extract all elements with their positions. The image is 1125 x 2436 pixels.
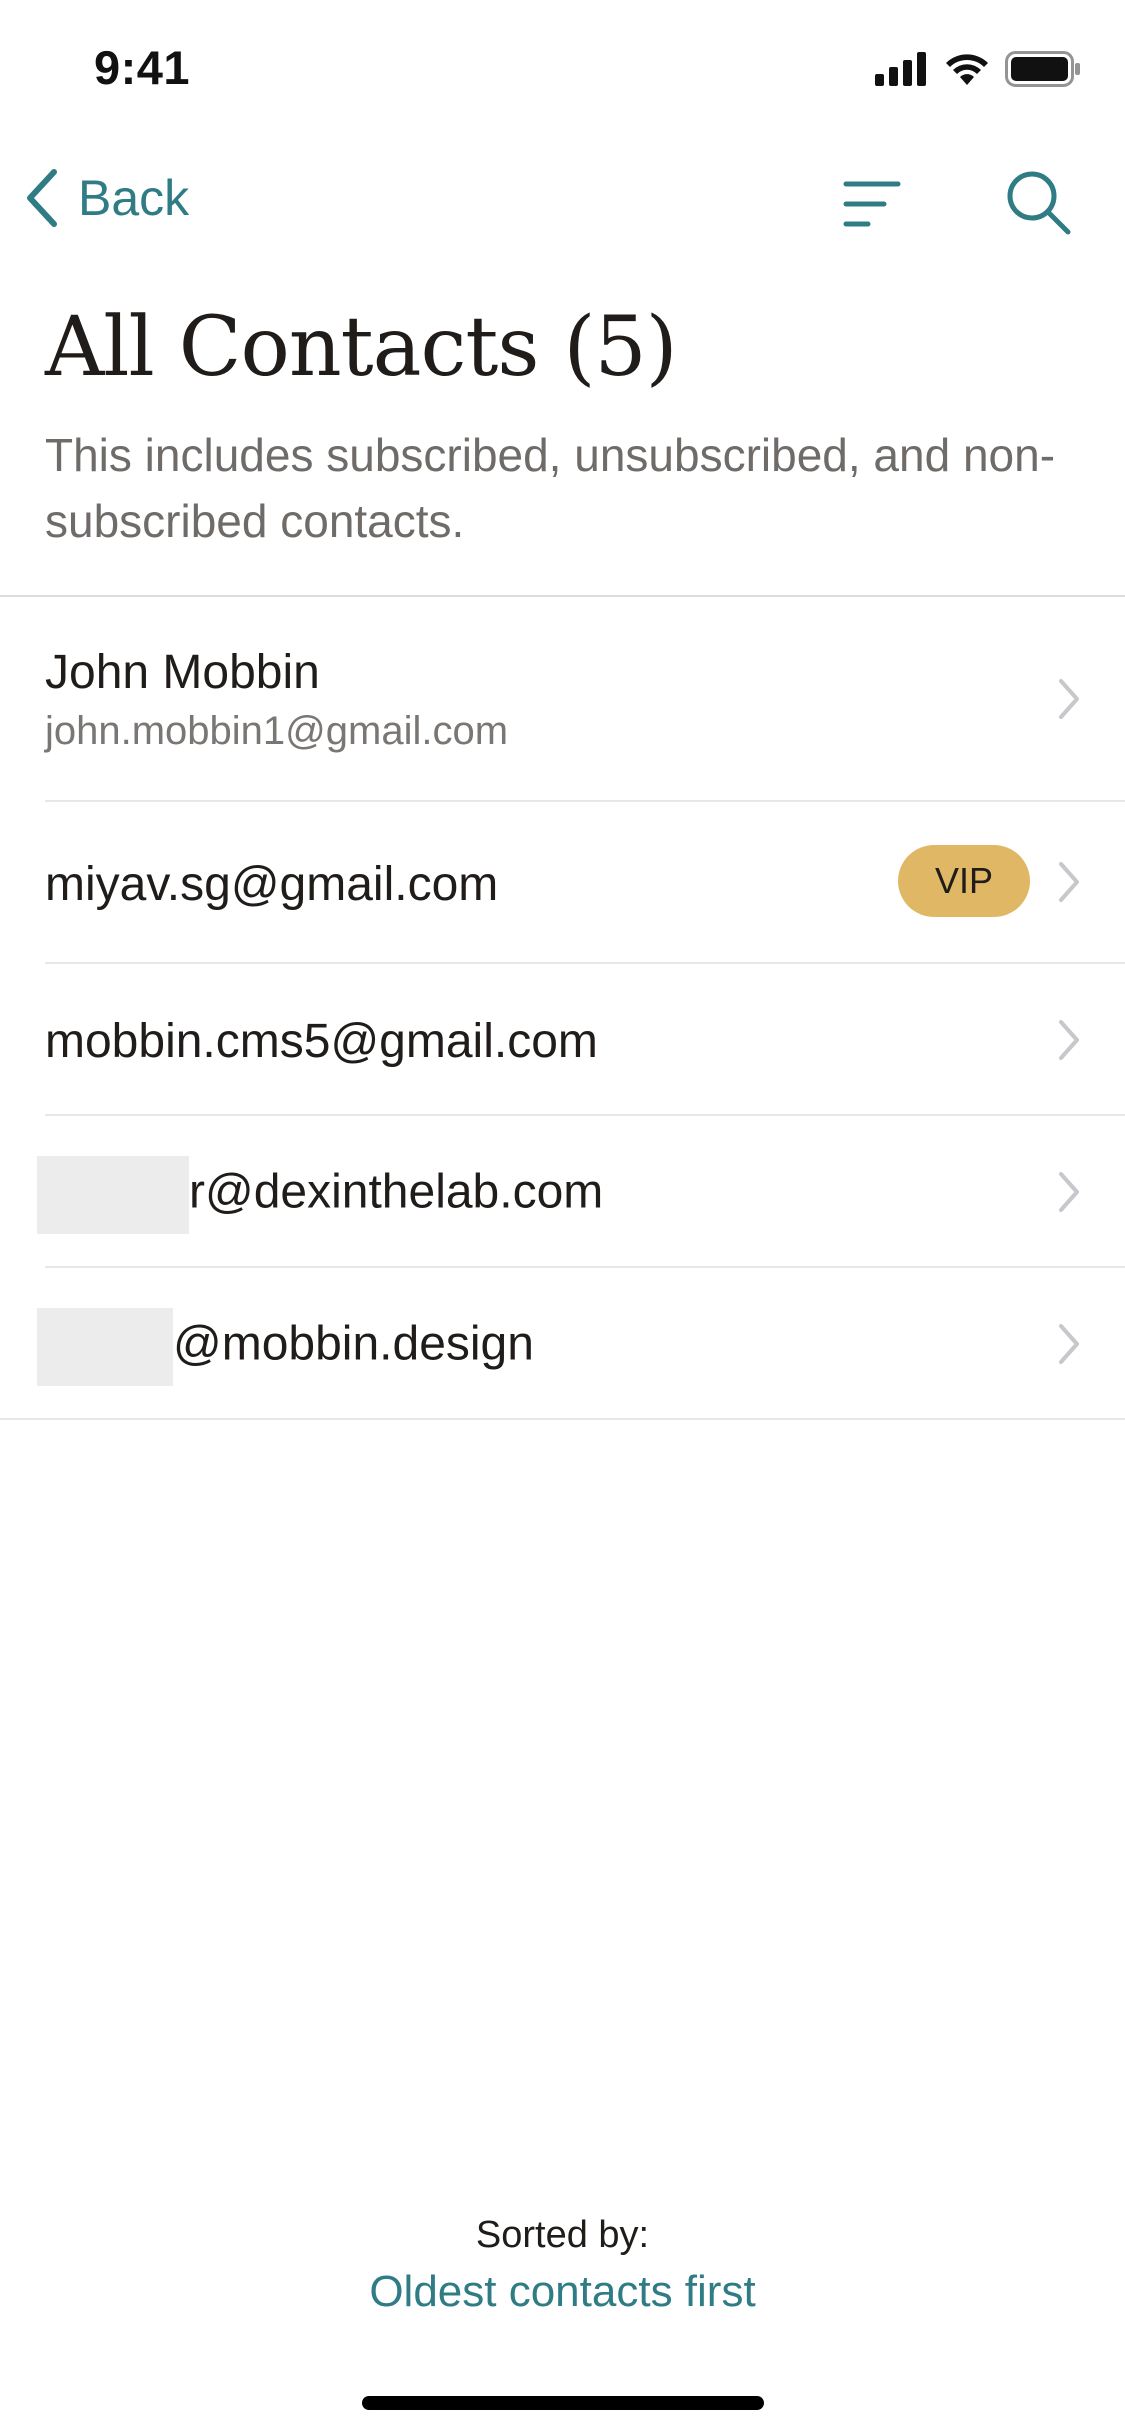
- contact-name: John Mobbin: [45, 646, 320, 699]
- chevron-left-icon: [27, 169, 57, 227]
- back-button[interactable]: Back: [24, 168, 189, 228]
- search-icon: [1007, 171, 1071, 235]
- contact-row[interactable]: John Mobbin john.mobbin1@gmail.com: [0, 597, 1125, 802]
- contact-row[interactable]: miyav.sg@gmail.com VIP: [0, 802, 1125, 964]
- status-time: 9:41: [94, 41, 191, 94]
- filter-button[interactable]: [840, 172, 904, 236]
- chevron-right-icon: [1059, 1172, 1079, 1212]
- filter-icon: [843, 181, 901, 227]
- chevron-right-icon: [1059, 1020, 1079, 1060]
- contact-email: john.mobbin1@gmail.com: [45, 709, 509, 753]
- contact-email: mobbin.cms5@gmail.com: [45, 1015, 598, 1068]
- cellular-signal-icon: [875, 52, 926, 86]
- redacted-block: [37, 1156, 189, 1234]
- navigation-bar: Back: [0, 150, 1125, 250]
- vip-badge: VIP: [898, 845, 1030, 917]
- chevron-right-icon: [1059, 679, 1079, 719]
- page-title: All Contacts (5): [45, 300, 678, 395]
- row-separator: [0, 1418, 1125, 1420]
- sort-order-link[interactable]: Oldest contacts first: [0, 2267, 1125, 2317]
- wifi-icon: [946, 54, 988, 85]
- redacted-block: [37, 1308, 173, 1386]
- contact-email: miyav.sg@gmail.com: [45, 858, 499, 911]
- page-subtitle: This includes subscribed, unsubscribed, …: [45, 429, 1056, 547]
- status-bar: 9:41: [0, 0, 1125, 135]
- contact-email: r@dexinthelab.com: [37, 1156, 603, 1234]
- back-label: Back: [78, 170, 190, 226]
- chevron-right-icon: [1059, 1324, 1079, 1364]
- contact-email-visible: @mobbin.design: [173, 1317, 534, 1371]
- contact-row[interactable]: r@dexinthelab.com: [0, 1116, 1125, 1268]
- search-button[interactable]: [1002, 166, 1074, 238]
- status-icons: [875, 48, 1081, 90]
- sort-info: Sorted by: Oldest contacts first: [0, 2214, 1125, 2317]
- contact-row[interactable]: mobbin.cms5@gmail.com: [0, 964, 1125, 1116]
- battery-icon: [1005, 51, 1080, 87]
- contact-row[interactable]: @mobbin.design: [0, 1268, 1125, 1420]
- contacts-list: John Mobbin john.mobbin1@gmail.com miyav…: [0, 595, 1125, 1420]
- chevron-right-icon: [1059, 862, 1079, 902]
- contact-email-visible: r@dexinthelab.com: [189, 1165, 604, 1219]
- sorted-by-label: Sorted by:: [475, 2214, 650, 2256]
- home-indicator: [362, 2396, 764, 2410]
- contact-email: @mobbin.design: [37, 1308, 534, 1386]
